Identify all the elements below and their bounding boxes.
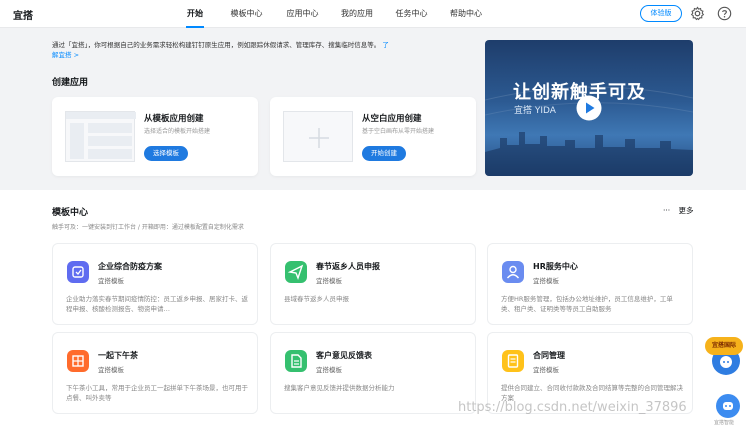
nav-template-center[interactable]: 模板中心 xyxy=(218,0,275,28)
nav-my-apps[interactable]: 我的应用 xyxy=(330,0,384,28)
template-tag: 宜搭模板 xyxy=(98,277,124,285)
more-dots-icon: ··· xyxy=(663,206,671,215)
top-header: 宜搭 开始 模板中心 应用中心 我的应用 任务中心 帮助中心 体验版 xyxy=(0,0,746,28)
create-app-title: 创建应用 xyxy=(52,78,89,88)
create-from-blank-card[interactable]: 从空白应用创建 基于空白画布从零开始搭建 开始创建 xyxy=(270,97,476,176)
nav-app-center[interactable]: 应用中心 xyxy=(275,0,330,28)
floating-bot-button[interactable] xyxy=(716,394,740,418)
grid-icon xyxy=(67,350,89,372)
blank-thumbnail xyxy=(283,111,353,162)
start-create-button[interactable]: 开始创建 xyxy=(362,146,406,161)
gear-icon[interactable] xyxy=(690,6,705,21)
template-center-title: 模板中心 xyxy=(52,208,89,218)
template-card[interactable]: 企业综合防疫方案 宜搭模板 企业助力落实春节期间疫情防控：员工返乡申报、居家打卡… xyxy=(52,243,258,325)
template-name: 春节返乡人员申报 xyxy=(316,262,380,271)
template-text: 搜集客户意见反馈并提供数据分析能力 xyxy=(284,384,395,392)
template-tag: 宜搭模板 xyxy=(533,277,559,285)
template-text: 县域春节返乡人员申报 xyxy=(284,295,349,303)
template-name: 一起下午茶 xyxy=(98,351,138,360)
bot-label: 宜搭智能 xyxy=(714,420,735,426)
banner-subtitle: 宜搭 YIDA xyxy=(514,106,556,116)
from-blank-title: 从空白应用创建 xyxy=(362,114,422,124)
template-name: 客户意见反馈表 xyxy=(316,351,372,360)
template-layout-icon xyxy=(66,112,136,159)
template-name: 企业综合防疫方案 xyxy=(98,262,162,271)
template-tag: 宜搭模板 xyxy=(316,366,342,374)
robot-icon xyxy=(723,402,733,410)
template-name: HR服务中心 xyxy=(533,262,578,271)
play-icon[interactable] xyxy=(576,95,602,121)
help-icon[interactable] xyxy=(717,6,732,21)
epidemic-icon xyxy=(67,261,89,283)
template-text: 方便HR服务管理，包括办公地址维护，员工信息维护，工单类、租户类、证明类等等员工… xyxy=(501,295,673,313)
intro-text: 通过「宜搭」，你可根据自己的业务需求轻松构建钉钉原生应用，例如跟踪休假请求、管理… xyxy=(52,40,392,60)
template-card[interactable]: 春节返乡人员申报 宜搭模板 县域春节返乡人员申报 xyxy=(270,243,476,325)
create-from-template-card[interactable]: 从模板应用创建 选择适合的模板开始搭建 选择模板 xyxy=(52,97,258,176)
template-card[interactable]: 一起下午茶 宜搭模板 下午茶小工具，常用于企业员工一起拼单下午茶场景，也可用于点… xyxy=(52,332,258,414)
template-text: 企业助力落实春节期间疫情防控：员工返乡申报、居家打卡、返程申报、核酸检测报告、物… xyxy=(66,295,248,313)
nav-start[interactable]: 开始 xyxy=(178,0,212,28)
app-logo[interactable]: 宜搭 xyxy=(13,7,33,22)
template-tag: 宜搭模板 xyxy=(533,366,559,374)
trial-button[interactable]: 体验版 xyxy=(640,5,682,22)
template-text: 下午茶小工具，常用于企业员工一起拼单下午茶场景，也可用于点餐、叫外卖等 xyxy=(66,384,248,402)
contract-icon xyxy=(502,350,524,372)
document-icon xyxy=(285,350,307,372)
from-blank-subtitle: 基于空白画布从零开始搭建 xyxy=(362,128,435,135)
template-thumbnail xyxy=(65,111,136,162)
user-icon xyxy=(502,261,524,283)
nav-help-center[interactable]: 帮助中心 xyxy=(439,0,493,28)
template-name: 合同管理 xyxy=(533,351,565,360)
template-description: 触手可及：一键安装到钉工作台 / 开箱即用：通过模板配置自定制化需求 xyxy=(52,224,244,231)
floating-badge[interactable]: 宜搭国际 xyxy=(705,337,743,355)
template-tag: 宜搭模板 xyxy=(316,277,342,285)
nav-task-center[interactable]: 任务中心 xyxy=(384,0,439,28)
watermark: https://blog.csdn.net/weixin_37896 xyxy=(458,400,687,415)
from-template-title: 从模板应用创建 xyxy=(144,114,204,124)
main-nav: 开始 模板中心 应用中心 我的应用 任务中心 帮助中心 xyxy=(178,0,493,28)
paper-plane-icon xyxy=(285,261,307,283)
template-card[interactable]: 客户意见反馈表 宜搭模板 搜集客户意见反馈并提供数据分析能力 xyxy=(270,332,476,414)
template-card[interactable]: HR服务中心 宜搭模板 方便HR服务管理，包括办公地址维护，员工信息维护，工单类… xyxy=(487,243,693,325)
select-template-button[interactable]: 选择模板 xyxy=(144,146,188,161)
more-label: 更多 xyxy=(678,206,694,215)
template-tag: 宜搭模板 xyxy=(98,366,124,374)
plus-icon xyxy=(309,128,329,148)
more-link[interactable]: ··· 更多 xyxy=(663,205,694,216)
from-template-subtitle: 选择适合的模板开始搭建 xyxy=(144,128,211,135)
intro-description: 通过「宜搭」，你可根据自己的业务需求轻松构建钉钉原生应用，例如跟踪休假请求、管理… xyxy=(52,41,381,49)
